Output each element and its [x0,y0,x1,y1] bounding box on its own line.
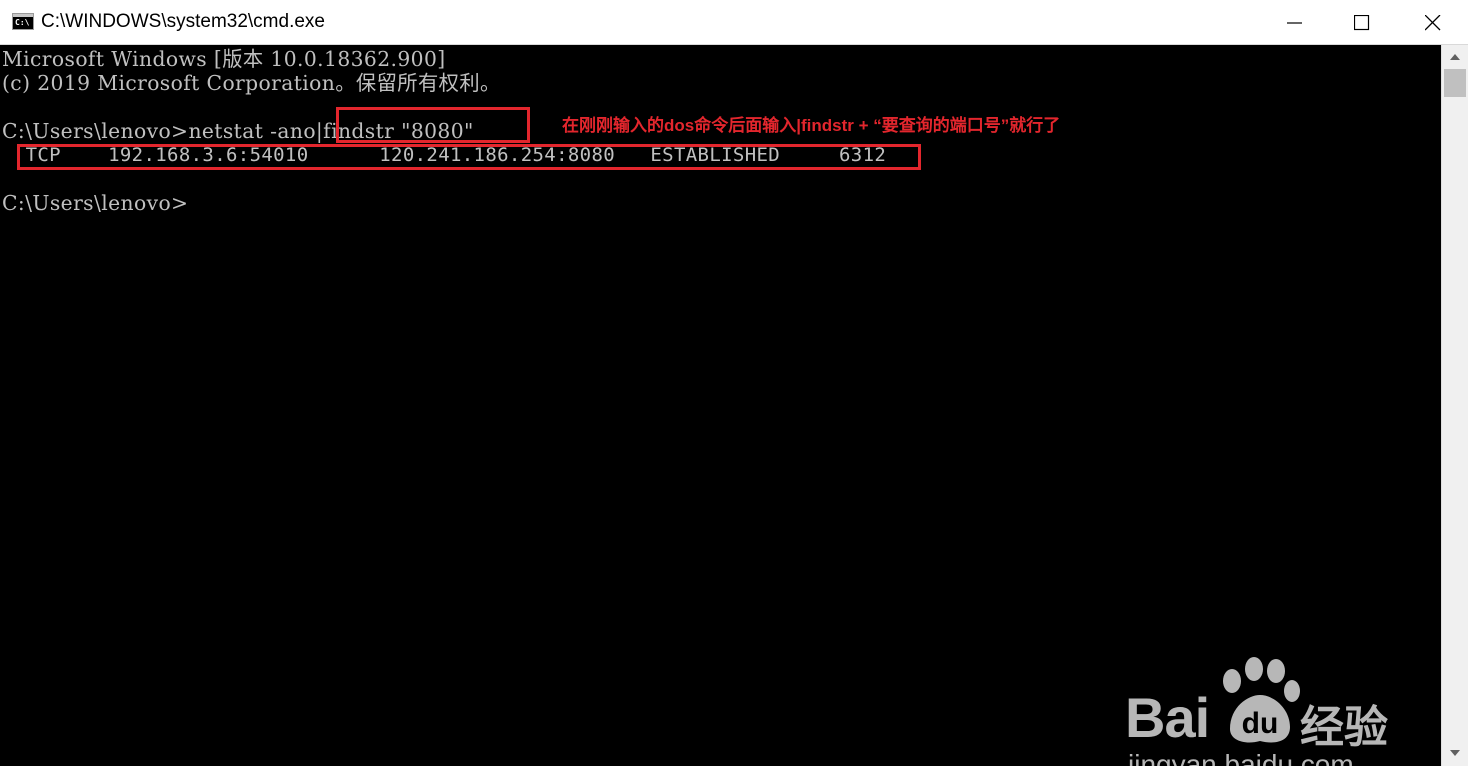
scrollbar-thumb[interactable] [1444,69,1466,97]
vertical-scrollbar[interactable] [1441,45,1468,766]
scroll-up-icon [1450,54,1460,60]
console-line-prompt: C:\Users\lenovo> [2,191,189,215]
console-output[interactable]: Microsoft Windows [版本 10.0.18362.900] (c… [0,45,1441,766]
cmd-icon-glyph: C:\ [15,18,30,27]
console-line-version: Microsoft Windows [版本 10.0.18362.900] [2,47,446,71]
maximize-icon [1354,15,1370,31]
cmd-app-icon[interactable]: C:\ [12,13,34,30]
console-line-copyright: (c) 2019 Microsoft Corporation。保留所有权利。 [2,71,501,95]
close-icon [1425,15,1441,31]
highlight-box-findstr [336,107,530,143]
window-title: C:\WINDOWS\system32\cmd.exe [41,11,325,32]
watermark-brand-right: 经验 [1300,703,1388,752]
baidu-paw-icon: du [1223,657,1300,743]
minimize-button[interactable] [1260,0,1329,45]
watermark-brand-left: Bai [1125,686,1210,749]
scroll-down-button[interactable] [1442,741,1468,765]
watermark-url: jingyan.baidu.com [1128,749,1354,766]
baidu-jingyan-watermark: du Bai 经验 jingyan.baidu.com [1125,657,1415,766]
svg-text:du: du [1242,707,1279,740]
title-bar[interactable]: C:\ C:\WINDOWS\system32\cmd.exe [0,0,1468,45]
maximize-button[interactable] [1327,0,1396,45]
annotation-text: 在刚刚输入的dos命令后面输入|findstr + “要查询的端口号”就行了 [562,116,1061,135]
minimize-icon [1287,22,1302,24]
highlight-box-result [17,144,921,170]
close-button[interactable] [1398,0,1468,45]
scroll-down-icon [1450,750,1460,756]
scroll-up-button[interactable] [1442,45,1468,69]
